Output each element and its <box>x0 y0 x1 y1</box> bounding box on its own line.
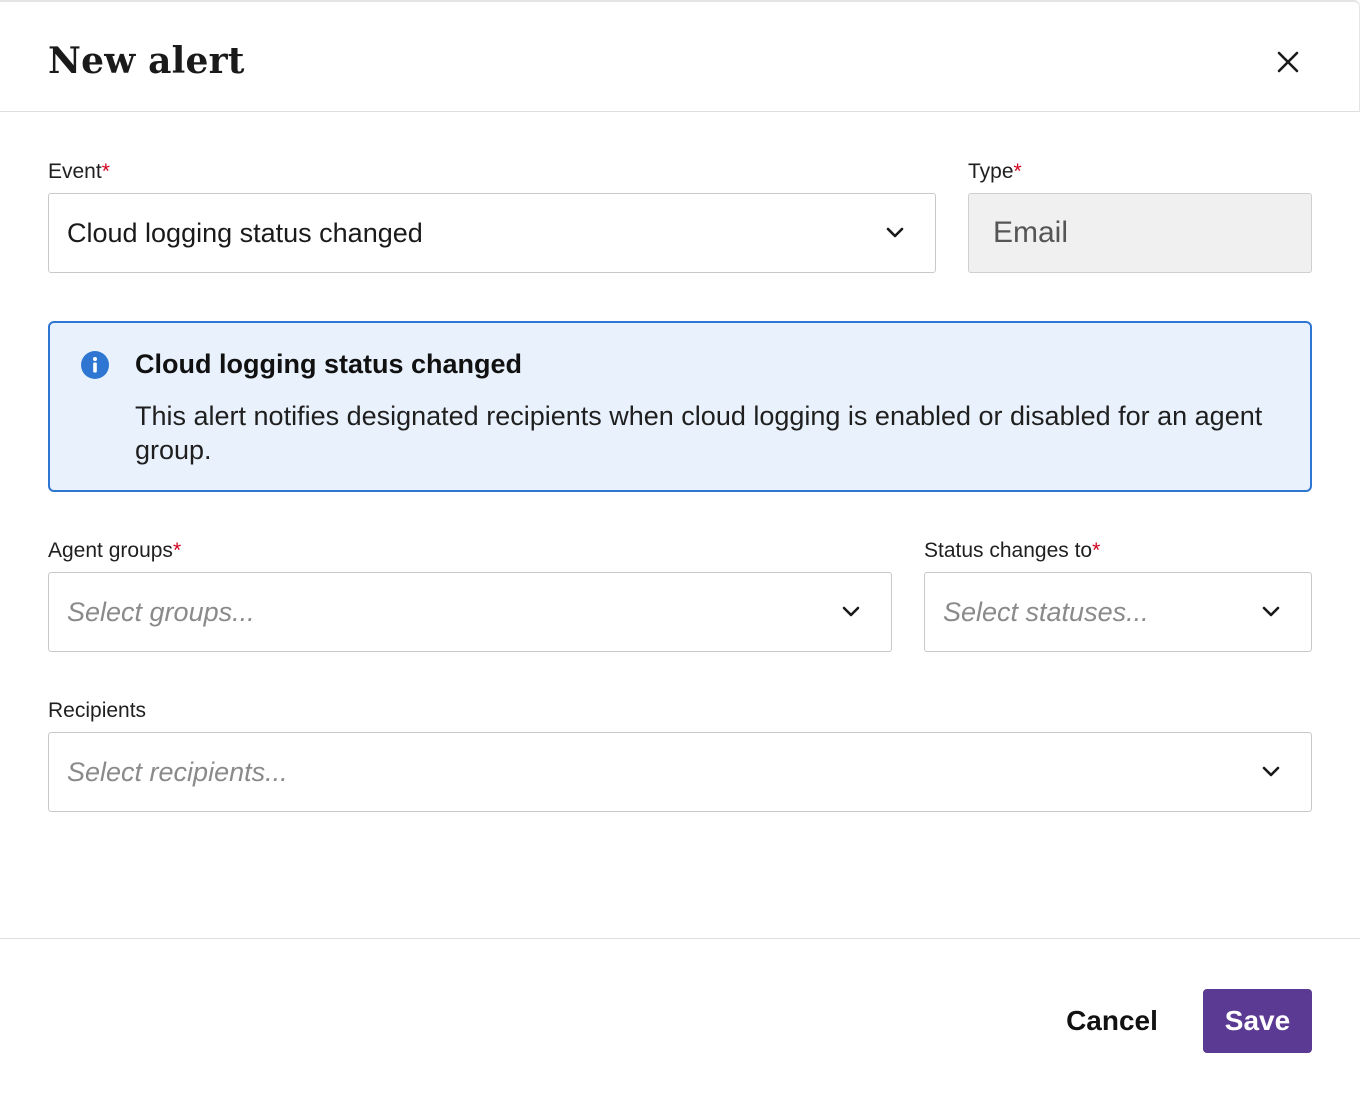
recipients-label: Recipients <box>48 699 146 723</box>
chevron-down-icon <box>883 221 907 245</box>
required-mark: * <box>1092 539 1101 562</box>
status-changes-placeholder: Select statuses... <box>943 596 1149 627</box>
required-mark: * <box>101 160 110 183</box>
info-icon <box>81 351 109 379</box>
status-changes-select[interactable]: Select statuses... <box>924 572 1312 652</box>
type-field: Email <box>968 193 1312 273</box>
event-select-value: Cloud logging status changed <box>67 217 423 248</box>
agent-groups-placeholder: Select groups... <box>67 596 255 627</box>
recipients-label-text: Recipients <box>48 699 147 722</box>
close-icon <box>1277 51 1299 73</box>
save-button[interactable]: Save <box>1203 989 1312 1053</box>
info-body: This alert notifies designated recipient… <box>135 401 1263 465</box>
chevron-down-icon <box>839 600 863 624</box>
recipients-placeholder: Select recipients... <box>67 756 288 787</box>
dialog-footer: Cancel Save <box>0 938 1360 1100</box>
event-select[interactable]: Cloud logging status changed <box>48 193 936 273</box>
info-title: Cloud logging status changed <box>135 349 522 379</box>
event-label-text: Event <box>48 160 102 183</box>
event-label: Event* <box>48 160 110 184</box>
required-mark: * <box>172 539 182 562</box>
type-field-value: Email <box>993 216 1069 249</box>
chevron-down-icon <box>1259 760 1283 784</box>
status-changes-label-text: Status changes to <box>924 539 1093 562</box>
agent-groups-label: Agent groups* <box>48 539 181 563</box>
agent-groups-select[interactable]: Select groups... <box>48 572 892 652</box>
cancel-button[interactable]: Cancel <box>1052 989 1172 1053</box>
recipients-select[interactable]: Select recipients... <box>48 732 1312 812</box>
chevron-down-icon <box>1259 600 1283 624</box>
dialog-title: New alert <box>48 40 245 82</box>
dialog-header: New alert <box>0 0 1360 112</box>
type-label-text: Type <box>968 160 1014 183</box>
agent-groups-label-text: Agent groups <box>48 539 173 562</box>
required-mark: * <box>1013 160 1022 183</box>
status-changes-label: Status changes to* <box>924 539 1100 563</box>
info-banner: Cloud logging status changed This alert … <box>48 321 1312 492</box>
close-button[interactable] <box>1270 44 1306 80</box>
type-label: Type* <box>968 160 1022 184</box>
new-alert-dialog: New alert Event* Cloud logging status ch… <box>0 0 1360 1100</box>
